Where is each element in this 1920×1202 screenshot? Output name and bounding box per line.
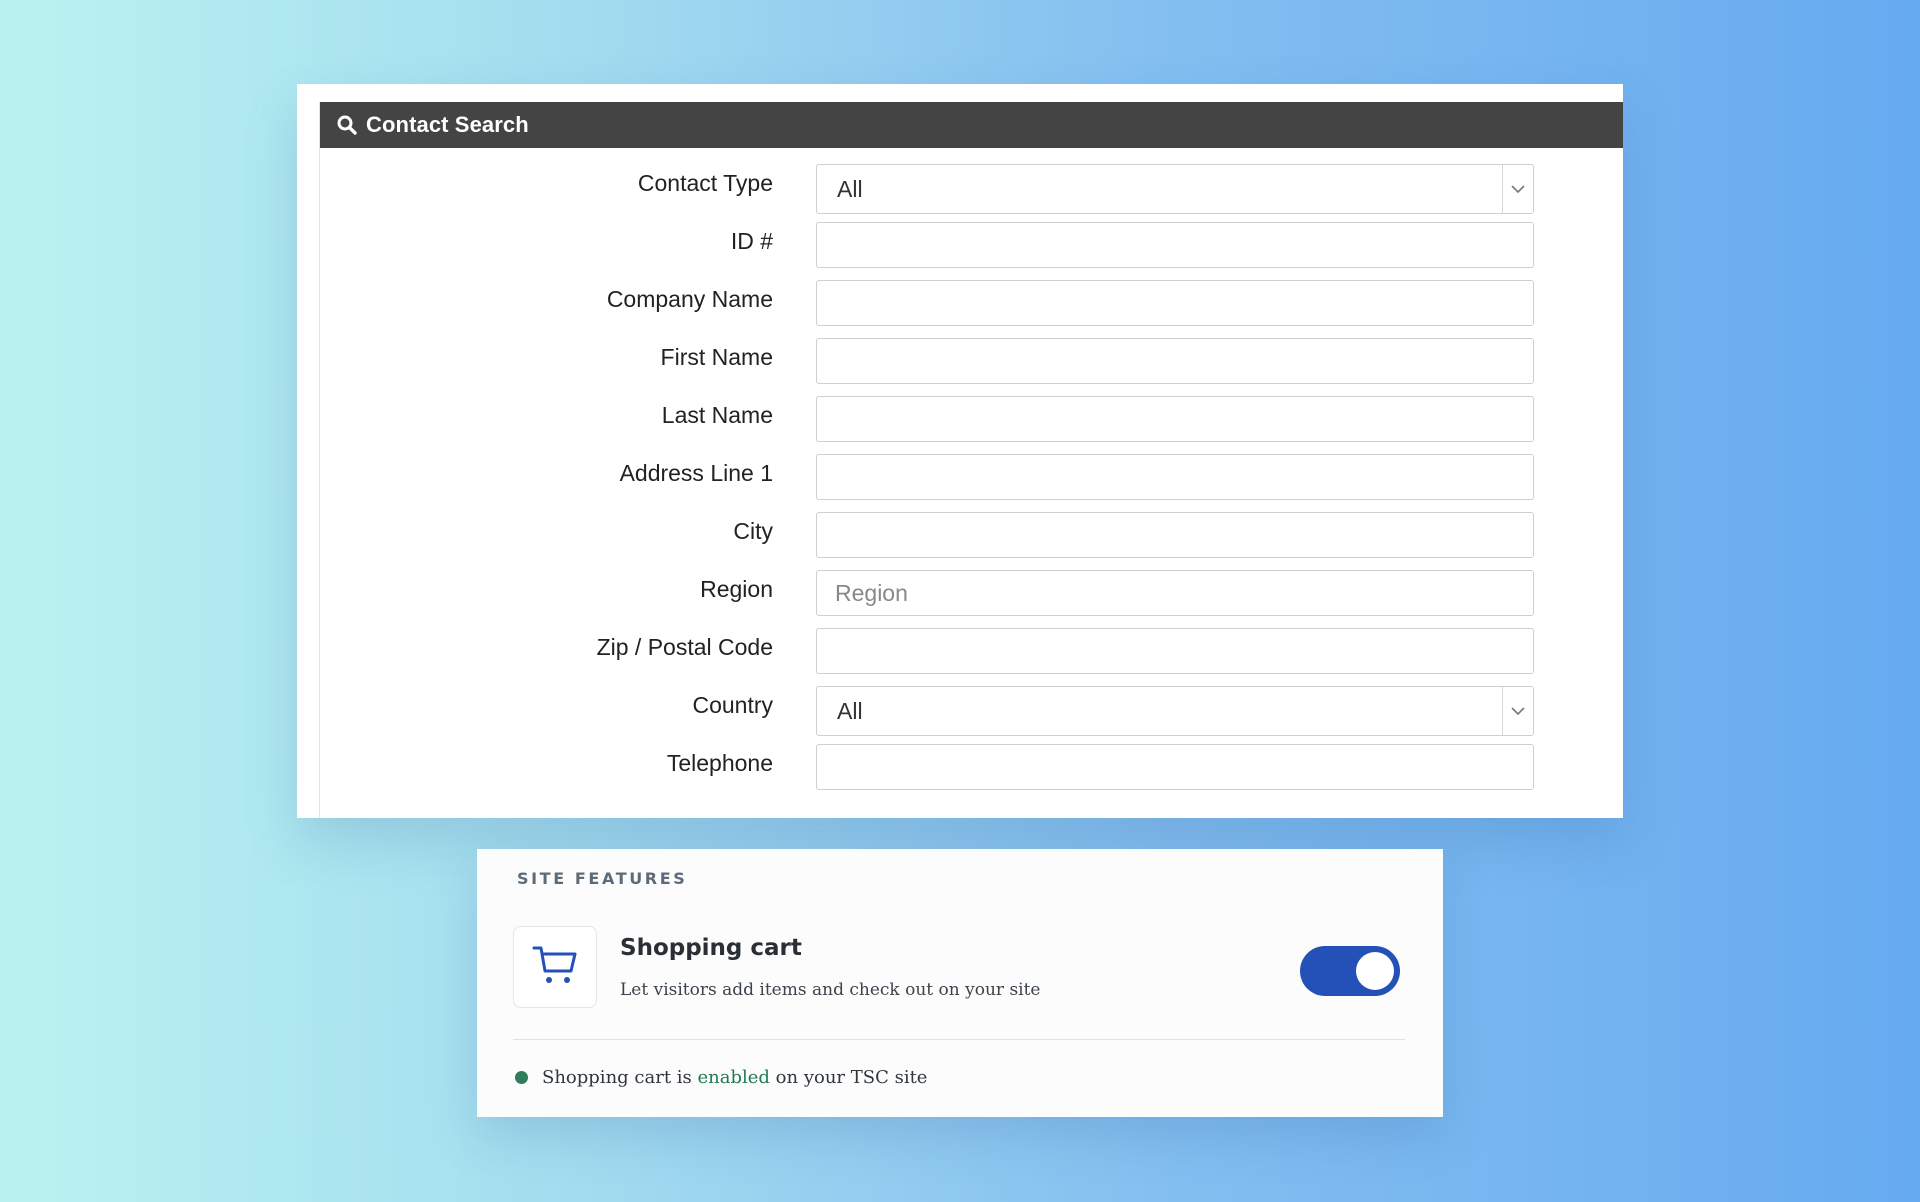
toggle-knob bbox=[1356, 952, 1394, 990]
status-suffix: on your TSC site bbox=[775, 1067, 928, 1088]
last-name-input[interactable] bbox=[816, 396, 1534, 442]
shopping-cart-icon-box bbox=[513, 926, 597, 1008]
shopping-cart-status: Shopping cart is enabled on your TSC sit… bbox=[513, 1067, 927, 1088]
country-value: All bbox=[837, 697, 863, 724]
site-features-heading: SITE FEATURES bbox=[517, 869, 688, 888]
search-icon bbox=[336, 114, 358, 136]
shopping-cart-icon bbox=[531, 943, 579, 992]
telephone-label: Telephone bbox=[666, 750, 773, 776]
address-line-1-input[interactable] bbox=[816, 454, 1534, 500]
company-name-label: Company Name bbox=[606, 286, 773, 312]
last-name-label: Last Name bbox=[661, 402, 773, 428]
contact-type-select[interactable]: All bbox=[816, 164, 1534, 214]
chevron-down-icon[interactable] bbox=[1502, 687, 1533, 735]
contact-search-title: Contact Search bbox=[366, 112, 529, 137]
chevron-down-icon[interactable] bbox=[1502, 165, 1533, 213]
form-row-country: Country All bbox=[320, 686, 1623, 744]
company-name-input[interactable] bbox=[816, 280, 1534, 326]
first-name-input[interactable] bbox=[816, 338, 1534, 384]
country-select[interactable]: All bbox=[816, 686, 1534, 736]
shopping-cart-title: Shopping cart bbox=[620, 935, 802, 961]
site-features-card: SITE FEATURES Shopping cart Let visitors… bbox=[477, 849, 1443, 1117]
form-row-contact-type: Contact Type All bbox=[320, 164, 1623, 222]
shopping-cart-toggle[interactable] bbox=[1300, 946, 1400, 996]
status-prefix: Shopping cart is bbox=[542, 1067, 692, 1088]
contact-search-form: Contact Type All ID # Company Name First… bbox=[320, 164, 1623, 802]
status-dot-icon bbox=[515, 1071, 528, 1084]
form-row-city: City bbox=[320, 512, 1623, 570]
region-input[interactable] bbox=[816, 570, 1534, 616]
contact-type-value: All bbox=[837, 175, 863, 202]
city-label: City bbox=[733, 518, 773, 544]
form-row-id: ID # bbox=[320, 222, 1623, 280]
divider bbox=[513, 1039, 1405, 1040]
status-state: enabled bbox=[697, 1067, 770, 1088]
zip-input[interactable] bbox=[816, 628, 1534, 674]
zip-label: Zip / Postal Code bbox=[596, 634, 773, 660]
contact-search-panel: Contact Search Contact Type All ID # Com… bbox=[297, 84, 1623, 818]
contact-search-frame: Contact Search Contact Type All ID # Com… bbox=[319, 102, 1623, 818]
address-line-1-label: Address Line 1 bbox=[619, 460, 773, 486]
first-name-label: First Name bbox=[660, 344, 773, 370]
telephone-input[interactable] bbox=[816, 744, 1534, 790]
shopping-cart-description: Let visitors add items and check out on … bbox=[620, 980, 1041, 1000]
contact-type-label: Contact Type bbox=[637, 170, 773, 196]
country-label: Country bbox=[692, 692, 773, 718]
id-input[interactable] bbox=[816, 222, 1534, 268]
form-row-last-name: Last Name bbox=[320, 396, 1623, 454]
form-row-zip: Zip / Postal Code bbox=[320, 628, 1623, 686]
city-input[interactable] bbox=[816, 512, 1534, 558]
id-label: ID # bbox=[730, 228, 773, 254]
region-label: Region bbox=[700, 576, 773, 602]
form-row-telephone: Telephone bbox=[320, 744, 1623, 802]
contact-search-header: Contact Search bbox=[320, 102, 1623, 148]
form-row-first-name: First Name bbox=[320, 338, 1623, 396]
form-row-address-line-1: Address Line 1 bbox=[320, 454, 1623, 512]
form-row-company-name: Company Name bbox=[320, 280, 1623, 338]
form-row-region: Region bbox=[320, 570, 1623, 628]
